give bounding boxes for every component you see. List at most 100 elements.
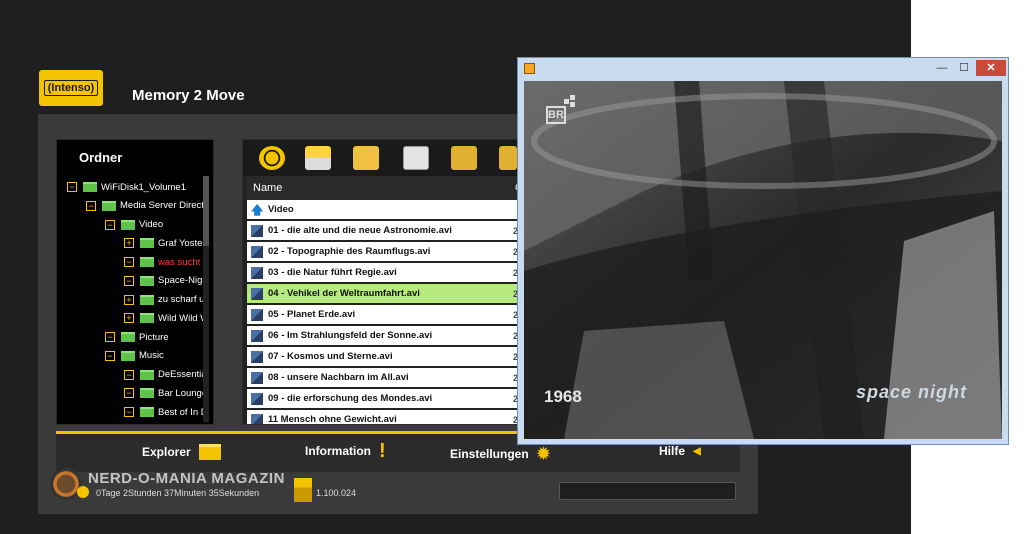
folder-tree[interactable]: − WiFiDisk1_Volume1− Media Server Directo −… (61, 178, 207, 422)
file-row[interactable]: 06 - Im Strahlungsfeld der Sonne.avi 2 (247, 326, 523, 345)
tab-information-label: Information (305, 444, 371, 458)
tab-explorer[interactable]: Explorer (142, 444, 221, 460)
folder-icon (121, 350, 135, 361)
file-list[interactable]: 🡅 Video 01 - die alte und die neue Astrono… (247, 200, 523, 424)
tree-item-label: zu scharf ui (158, 294, 207, 305)
tree-item[interactable]: − Media Server Directo (86, 197, 207, 215)
file-name: 01 - die alte und die neue Astronomie.av… (268, 225, 452, 236)
collapse-icon[interactable]: − (105, 332, 115, 342)
tree-item-label: Wild Wild W (158, 312, 207, 324)
file-name: 11 Mensch ohne Gewicht.avi (268, 414, 397, 424)
folder-panel: Ordner − WiFiDisk1_Volume1− Media Server D… (56, 139, 214, 425)
collapse-icon[interactable]: − (105, 350, 115, 361)
file-row[interactable]: 09 - die erforschung des Mondes.avi 2 (247, 389, 523, 408)
settings-gear-icon[interactable] (259, 146, 285, 170)
expand-icon[interactable]: + (124, 294, 134, 305)
watermark-text: NERD-O-MANIA MAGAZIN (88, 470, 285, 487)
folder-icon (83, 182, 97, 192)
maximize-button[interactable]: ☐ (954, 60, 974, 76)
tree-item[interactable]: − Video (105, 216, 163, 234)
intenso-logo: (Intenso) (39, 70, 103, 106)
tree-item[interactable]: − Music (105, 347, 164, 365)
collapse-icon[interactable]: − (124, 257, 134, 267)
file-row[interactable]: 05 - Planet Erde.avi 2 (247, 305, 523, 324)
new-folder-icon[interactable] (353, 146, 379, 170)
clock-icon (77, 486, 89, 498)
tab-hilfe[interactable]: Hilfe ◀ (659, 444, 701, 458)
tab-explorer-label: Explorer (142, 445, 191, 459)
tab-einstellungen-label: Einstellungen (450, 447, 529, 461)
collapse-icon[interactable]: − (105, 219, 115, 230)
tree-item[interactable]: + zu scharf ui (124, 291, 207, 309)
scrollbar-thumb[interactable] (203, 176, 209, 246)
video-frame[interactable]: BR 1968 space night (524, 81, 1002, 439)
tree-item[interactable]: + Wild Wild W (124, 309, 207, 327)
progress-bar (559, 482, 736, 500)
window-titlebar[interactable]: — ☐ ✕ (518, 58, 1008, 79)
upload-icon[interactable] (305, 146, 331, 170)
video-overlay-brand: space night (856, 382, 968, 402)
file-panel: Name G 🡅 Video 01 - die alte und die neue … (242, 139, 533, 425)
file-name: 09 - die erforschung des Mondes.avi (268, 393, 433, 404)
minimize-button[interactable]: — (932, 60, 952, 76)
expand-icon[interactable]: + (124, 313, 134, 324)
tree-item-label: WiFiDisk1_Volume1 (101, 181, 186, 193)
collapse-icon[interactable]: − (86, 200, 96, 211)
tree-item-label: was sucht c (158, 256, 207, 268)
file-name: 05 - Planet Erde.avi (268, 309, 356, 320)
column-name[interactable]: Name (247, 182, 515, 194)
tree-item[interactable]: − Bar Lounge (124, 384, 207, 402)
collapse-icon[interactable]: − (124, 275, 134, 286)
file-row[interactable]: 02 - Topographie des Raumflugs.avi 2 (247, 242, 523, 261)
tree-item[interactable]: − Picture (105, 328, 169, 346)
collapse-icon[interactable]: − (124, 369, 134, 380)
file-row[interactable]: 🡅 Video (247, 200, 523, 219)
file-name: 06 - Im Strahlungsfeld der Sonne.avi (268, 330, 433, 341)
tab-hilfe-label: Hilfe (659, 444, 686, 458)
file-row[interactable]: 11 Mensch ohne Gewicht.avi 2 (247, 410, 523, 424)
tab-information[interactable]: Information ! (305, 440, 386, 462)
video-player-window[interactable]: — ☐ ✕ BR 1968 space night (517, 57, 1009, 445)
more-icon[interactable] (499, 146, 517, 170)
tab-einstellungen[interactable]: Einstellungen ✹ (450, 444, 550, 464)
expand-icon[interactable]: + (124, 238, 134, 249)
folder-icon (140, 407, 154, 417)
tree-item[interactable]: − Best of In D (124, 403, 207, 421)
video-file-icon (251, 287, 263, 300)
tree-item-label: Picture (139, 331, 169, 343)
folder-icon (140, 313, 154, 324)
channel-logo-icon: BR (546, 106, 566, 124)
folder-icon (102, 200, 116, 211)
tree-item[interactable]: − Space-Nigh (124, 272, 207, 290)
up-arrow-icon: 🡅 (251, 202, 264, 217)
item-count: 1.100.024 (316, 488, 357, 498)
move-icon[interactable] (451, 146, 477, 170)
collapse-icon[interactable]: − (124, 407, 134, 417)
tree-item[interactable]: + Graf Yoster (124, 234, 206, 252)
tree-item[interactable]: − WiFiDisk1_Volume1 (67, 178, 186, 196)
collapse-icon[interactable]: − (124, 388, 134, 399)
tree-item[interactable]: − DeEssentia (124, 366, 207, 384)
file-row[interactable]: 03 - die Natur führt Regie.avi 2 (247, 263, 523, 282)
file-row[interactable]: 01 - die alte und die neue Astronomie.av… (247, 221, 523, 240)
file-row[interactable]: 04 - Vehikel der Weltraumfahrt.avi 2 (247, 284, 523, 303)
tree-item[interactable]: − was sucht c (124, 253, 207, 271)
copy-icon[interactable] (403, 146, 429, 170)
collapse-icon[interactable]: − (67, 182, 77, 192)
close-button[interactable]: ✕ (976, 60, 1006, 76)
file-name: 02 - Topographie des Raumflugs.avi (268, 246, 431, 257)
video-file-icon (251, 371, 263, 384)
file-list-header[interactable]: Name G (247, 176, 529, 200)
file-row[interactable]: 07 - Kosmos und Sterne.avi 2 (247, 347, 523, 366)
exclamation-icon: ! (379, 440, 386, 462)
tree-item-label: Space-Nigh (158, 275, 207, 287)
folder-tree-scrollbar[interactable] (203, 176, 209, 422)
folder-icon (140, 294, 154, 305)
file-row[interactable]: 08 - unsere Nachbarn im All.avi 2 (247, 368, 523, 387)
video-file-icon (251, 413, 263, 424)
tree-item-label: DeEssentia (158, 369, 207, 380)
video-overlay-year: 1968 (544, 387, 582, 406)
gear-icon: ✹ (536, 446, 551, 463)
folder-icon (140, 388, 154, 399)
player-app-icon (524, 63, 535, 74)
